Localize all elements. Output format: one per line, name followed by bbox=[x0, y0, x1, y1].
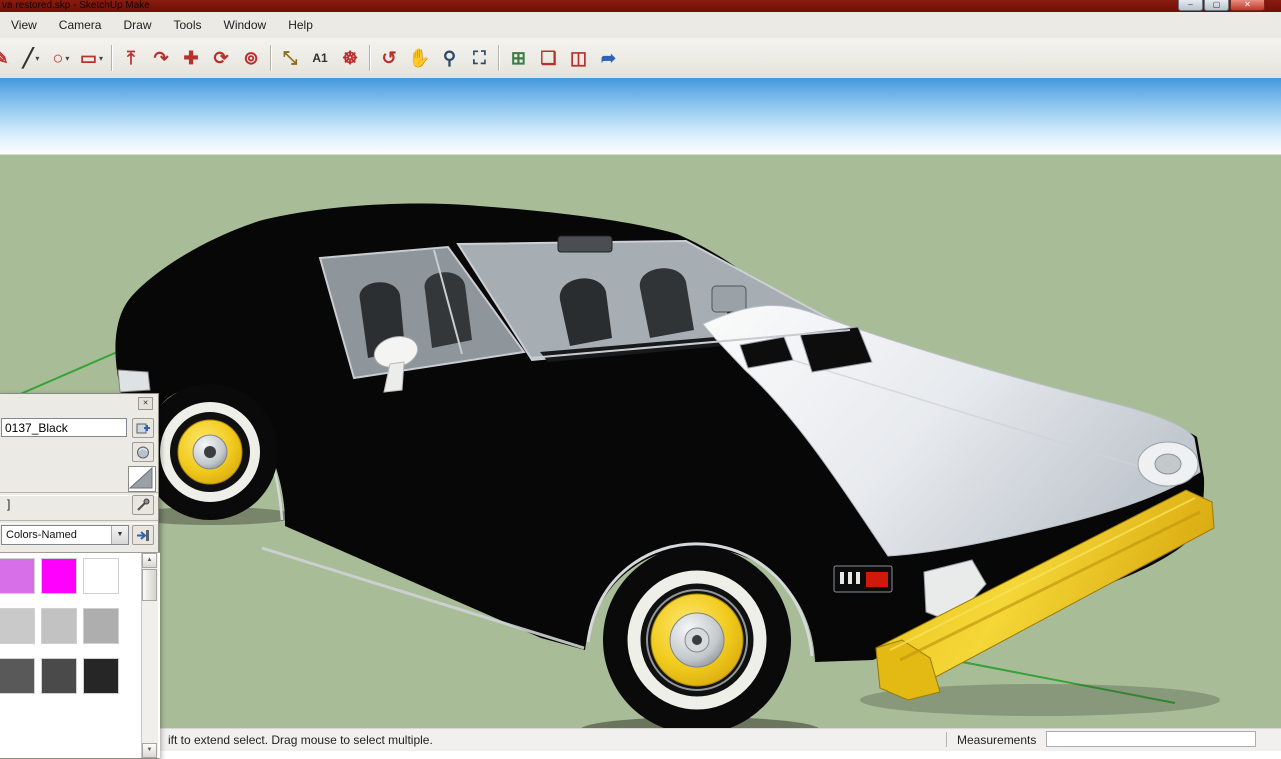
scroll-up-button[interactable]: ▲ bbox=[142, 553, 157, 568]
sample-paint-button[interactable] bbox=[132, 495, 154, 515]
scrollbar-thumb[interactable] bbox=[142, 569, 157, 601]
headlight[interactable] bbox=[1137, 441, 1199, 487]
fender-badge[interactable] bbox=[833, 565, 893, 593]
measurements-input[interactable] bbox=[1046, 731, 1256, 747]
swatch-grid bbox=[0, 553, 160, 694]
sphere-icon bbox=[137, 446, 149, 458]
eyedropper-icon bbox=[137, 498, 150, 511]
color-swatch[interactable] bbox=[83, 558, 119, 594]
color-swatch[interactable] bbox=[41, 608, 77, 644]
measurements-label: Measurements bbox=[957, 733, 1037, 747]
swatch-area: ▲ ▼ bbox=[0, 552, 160, 758]
color-swatch[interactable] bbox=[83, 608, 119, 644]
materials-panel-close-button[interactable]: ✕ bbox=[138, 397, 153, 410]
statusbar: ift to extend select. Drag mouse to sele… bbox=[0, 728, 1281, 751]
rear-wheel[interactable] bbox=[142, 384, 278, 520]
material-preview[interactable] bbox=[128, 466, 156, 492]
sketchup-window: va restored.skp - SketchUp Make – ▢ ✕ Vi… bbox=[0, 0, 1281, 759]
car-model[interactable] bbox=[115, 203, 1220, 743]
color-swatch[interactable] bbox=[0, 608, 35, 644]
open-pane-arrow-icon bbox=[137, 529, 149, 541]
rearview-mirror bbox=[557, 235, 613, 253]
color-swatch[interactable] bbox=[83, 658, 119, 694]
swatch-scrollbar[interactable]: ▲ ▼ bbox=[141, 553, 158, 758]
create-material-button[interactable] bbox=[132, 418, 154, 438]
viewport-3d[interactable] bbox=[0, 78, 1281, 743]
rear-bumper-tip bbox=[117, 369, 151, 393]
sample-triangle-icon bbox=[128, 466, 153, 489]
new-material-icon bbox=[136, 423, 150, 433]
default-material-button[interactable] bbox=[132, 442, 154, 462]
secondary-pane-button[interactable] bbox=[132, 525, 154, 545]
materials-panel: ✕ ] bbox=[0, 393, 160, 759]
chevron-down-icon[interactable]: ▼ bbox=[111, 526, 128, 544]
statusbar-divider bbox=[946, 732, 947, 747]
collection-dropdown-value: Colors-Named bbox=[6, 529, 77, 541]
window-bottom-strip bbox=[0, 750, 1281, 759]
collection-dropdown[interactable]: Colors-Named ▼ bbox=[1, 525, 129, 545]
status-hint: ift to extend select. Drag mouse to sele… bbox=[168, 733, 433, 747]
color-swatch[interactable] bbox=[41, 558, 77, 594]
model-canvas bbox=[0, 203, 1220, 743]
material-name-input[interactable] bbox=[1, 418, 127, 437]
scroll-down-button[interactable]: ▼ bbox=[142, 743, 157, 758]
collection-label-fragment: ] bbox=[7, 497, 11, 511]
color-swatch[interactable] bbox=[41, 658, 77, 694]
front-wheel[interactable] bbox=[603, 546, 791, 734]
color-swatch[interactable] bbox=[0, 658, 35, 694]
color-swatch[interactable] bbox=[0, 558, 35, 594]
